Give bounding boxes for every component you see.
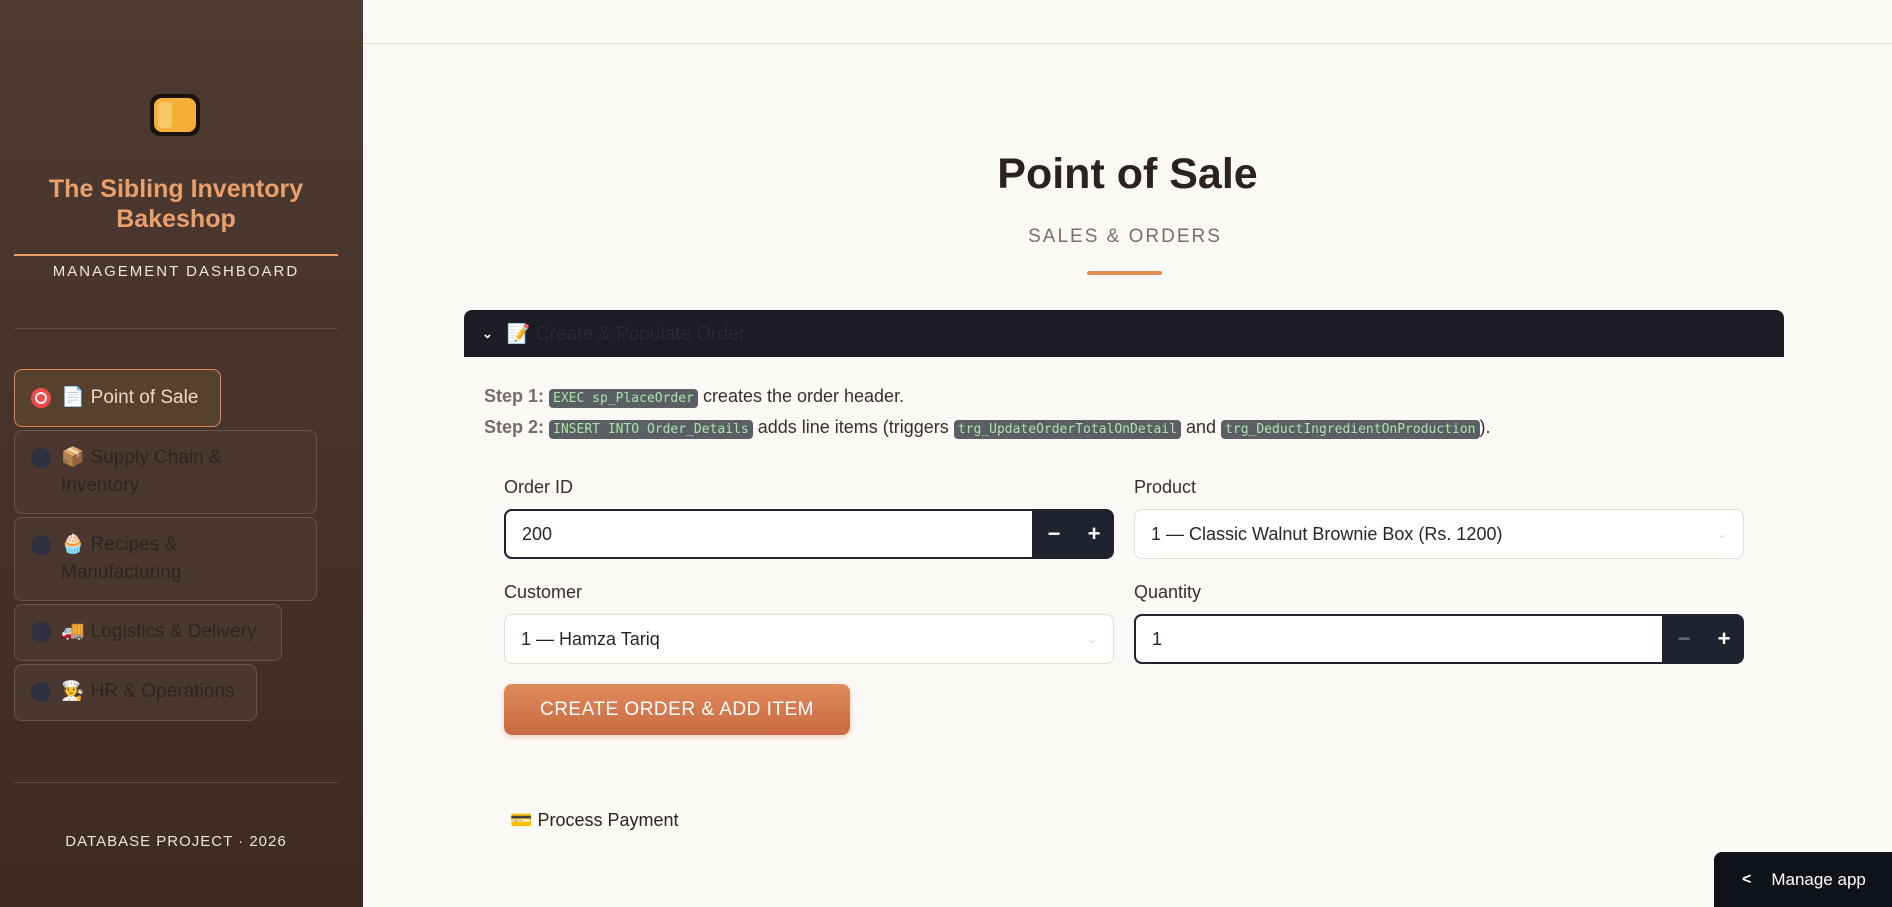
title-accent [1087,271,1162,275]
brand-subtitle: MANAGEMENT DASHBOARD [52,263,300,280]
quantity-stepper: 1 − + [1134,614,1744,664]
nav-label: Supply Chain & Inventory [61,447,222,496]
sidebar-footer: DATABASE PROJECT · 2026 [65,833,287,850]
step-2: Step 2: INSERT INTO Order_Details adds l… [484,417,1491,439]
code-snippet: trg_UpdateOrderTotalOnDetail [953,420,1181,439]
product-value: 1 — Classic Walnut Brownie Box (Rs. 1200… [1151,523,1503,544]
chef-icon: 🧑‍🍳 [61,681,85,702]
code-snippet: EXEC sp_PlaceOrder [549,389,698,408]
create-order-expander[interactable]: ⌄ 📝 Create & Populate Order [464,310,1784,357]
order-id-label: Order ID [504,477,574,497]
page-title: Point of Sale [997,150,1258,198]
increment-button[interactable]: + [1704,614,1744,664]
divider [14,328,338,329]
order-id-input[interactable]: 200 [504,509,1034,559]
truck-icon: 🚚 [61,621,85,642]
steps-info: Step 1: EXEC sp_PlaceOrder creates the o… [484,382,1784,444]
nav-label: Logistics & Delivery [90,621,257,642]
nav-item-supply-chain[interactable]: 📦 Supply Chain & Inventory [14,430,317,514]
radio[interactable] [31,682,51,702]
chevron-down-icon: ⌄ [482,325,493,341]
customer-value: 1 — Hamza Tariq [521,628,660,649]
nav-label: HR & Operations [90,681,235,702]
radio[interactable] [31,448,51,468]
receipt-icon: 📄 [61,387,85,408]
product-label: Product [1134,477,1197,497]
top-bar [363,0,1892,44]
radio[interactable] [31,535,51,555]
nav-item-hr[interactable]: 🧑‍🍳 HR & Operations [14,664,257,721]
nav-label: Point of Sale [90,387,199,408]
code-snippet: INSERT INTO Order_Details [549,420,753,439]
create-order-button[interactable]: CREATE ORDER & ADD ITEM [504,684,850,735]
manage-app-label: Manage app [1771,869,1866,889]
customer-select[interactable]: 1 — Hamza Tariq ⌄ [504,614,1114,664]
nav-item-recipes[interactable]: 🧁 Recipes & Manufacturing [14,517,317,601]
brand-title: The Sibling Inventory Bakeshop [48,175,304,233]
process-payment-expander[interactable]: 💳 Process Payment [510,810,679,831]
quantity-label: Quantity [1134,582,1202,602]
step-1: Step 1: EXEC sp_PlaceOrder creates the o… [484,386,905,408]
cupcake-icon: 🧁 [61,534,85,555]
customer-label: Customer [504,582,583,602]
chevron-down-icon: ⌄ [1716,527,1727,541]
decrement-button[interactable]: − [1034,509,1074,559]
box-icon: 📦 [61,447,85,468]
code-snippet: trg_DeductIngredientOnProduction [1221,420,1480,439]
product-select[interactable]: 1 — Classic Walnut Brownie Box (Rs. 1200… [1134,509,1744,559]
nav-item-point-of-sale[interactable]: 📄 Point of Sale [14,369,221,427]
divider [14,782,338,783]
page-subtitle: SALES & ORDERS [1028,226,1222,247]
nav-item-logistics[interactable]: 🚚 Logistics & Delivery [14,604,282,661]
chevron-left-icon: < [1742,870,1752,888]
credit-card-icon: 💳 [510,810,533,830]
sidebar: The Sibling Inventory Bakeshop MANAGEMEN… [0,0,363,907]
decrement-button[interactable]: − [1664,614,1704,664]
radio-selected[interactable] [31,388,51,408]
chevron-down-icon: ⌄ [1086,632,1097,646]
payment-label: Process Payment [537,810,679,830]
memo-icon: 📝 [506,323,531,345]
increment-button[interactable]: + [1074,509,1114,559]
bread-icon [150,94,200,136]
manage-app-button[interactable]: < Manage app [1714,852,1892,907]
expander-label: Create & Populate Order [535,323,745,345]
order-id-stepper: 200 − + [504,509,1114,559]
divider [14,254,338,256]
quantity-input[interactable]: 1 [1134,614,1664,664]
radio[interactable] [31,622,51,642]
